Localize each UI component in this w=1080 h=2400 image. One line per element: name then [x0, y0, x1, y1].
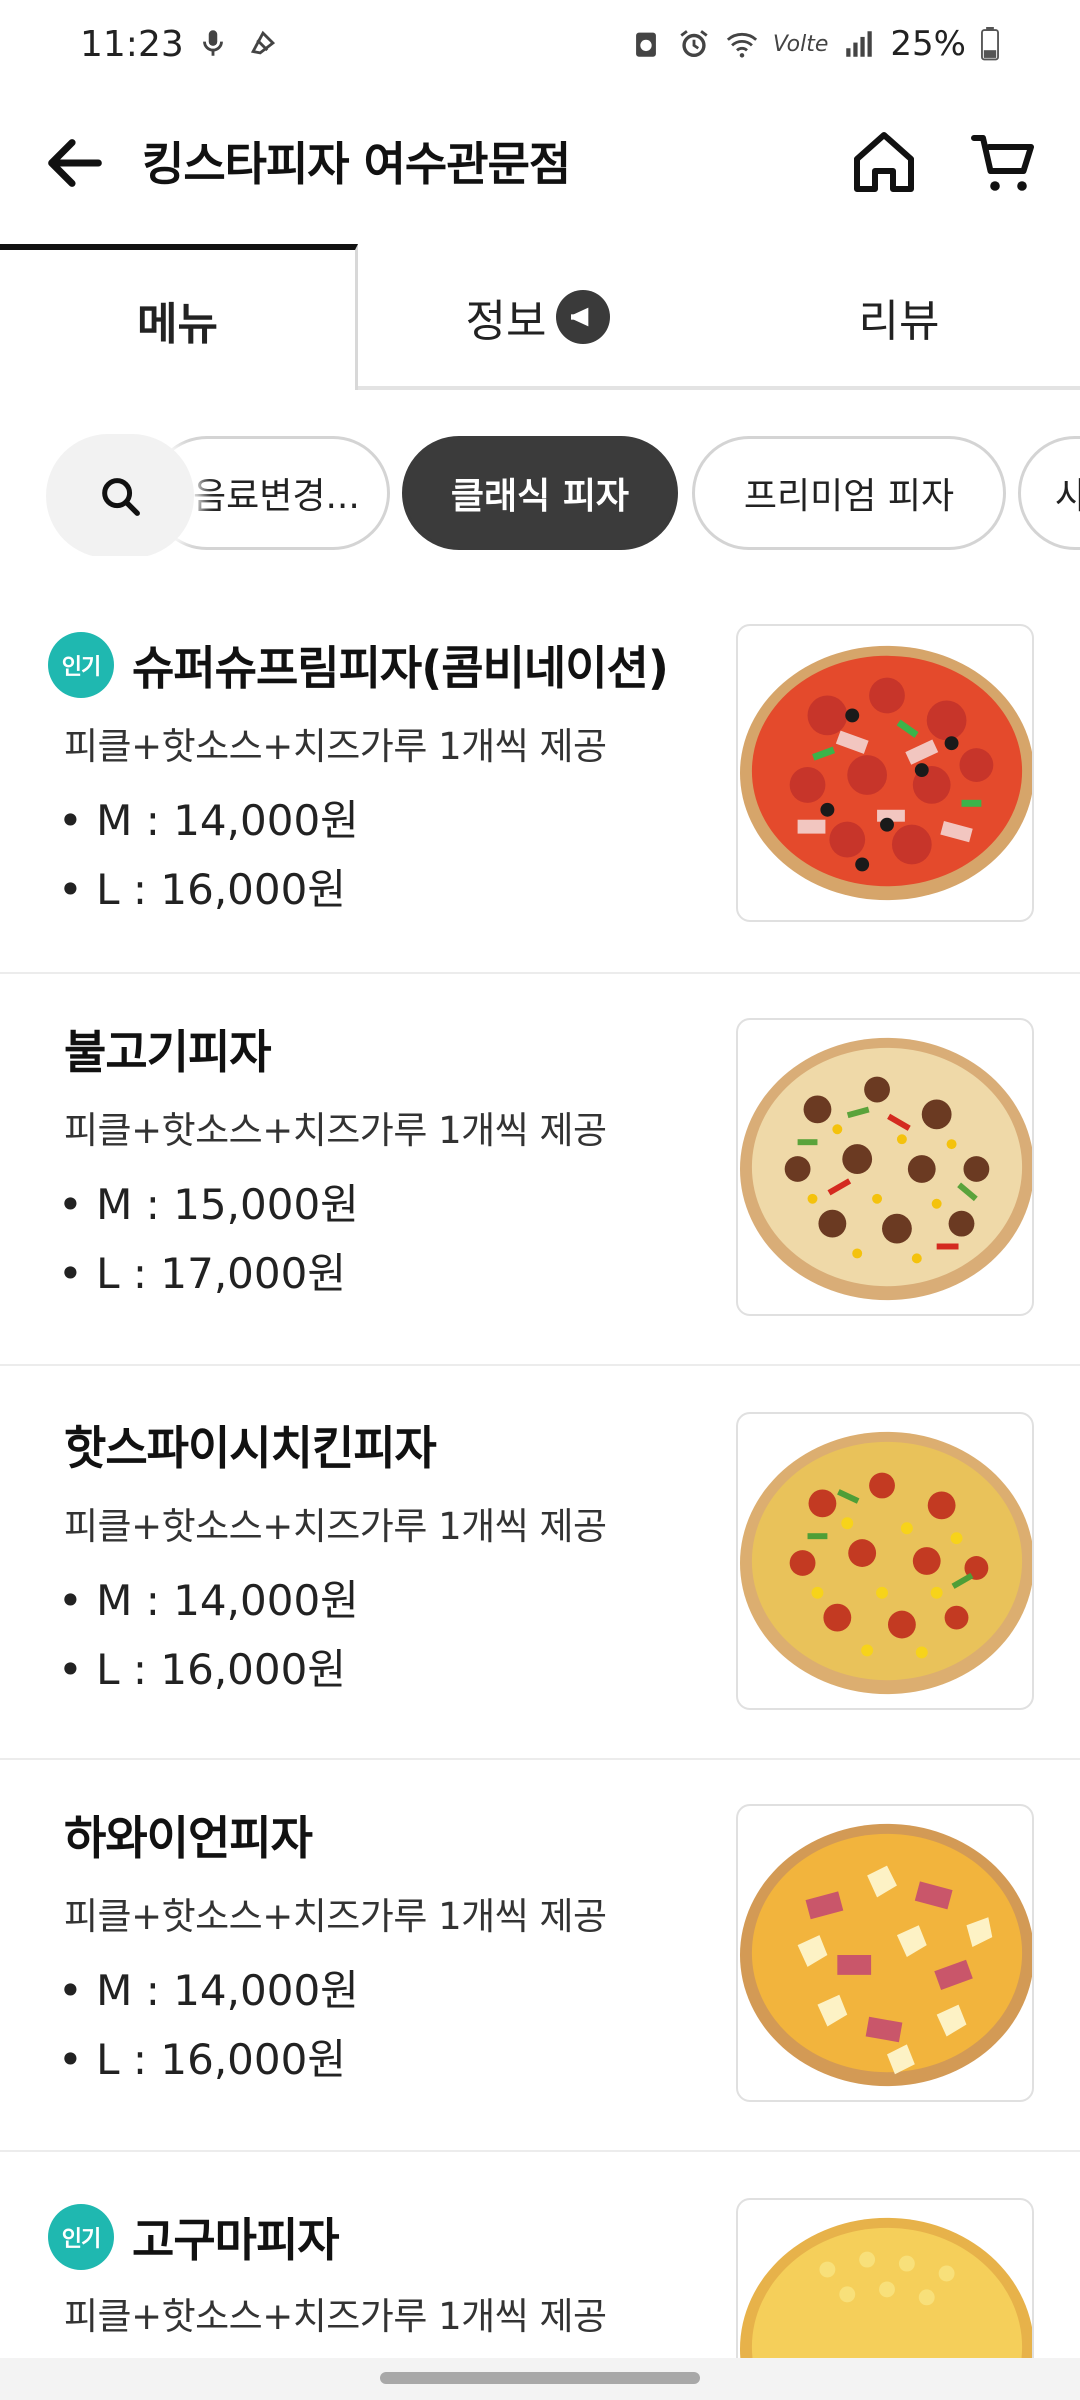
item-name-row: 인기 고구마피자	[48, 2204, 340, 2270]
popular-badge: 인기	[48, 632, 114, 698]
gesture-icon	[250, 30, 276, 55]
item-name-row: 인기 슈퍼슈프림피자(콤비네이션)	[48, 632, 669, 698]
item-price-l: L : 16,000원	[96, 865, 346, 914]
menu-item[interactable]: 인기 고구마피자 피클+핫소스+치즈가루 1개씩 제공	[0, 2152, 1080, 2358]
chip-next[interactable]: 사	[1018, 436, 1080, 550]
price-m-row: • M : 14,000원	[58, 796, 359, 845]
hawaiian-pizza-image	[736, 1804, 1034, 2102]
price-l-row: • L : 16,000원	[58, 865, 346, 914]
item-name: 핫스파이시치킨피자	[64, 1421, 437, 1475]
cart-icon[interactable]	[968, 126, 1040, 198]
item-name-row: 불고기피자	[48, 1016, 272, 1082]
megaphone-icon	[556, 290, 611, 344]
status-left-icons	[196, 26, 280, 60]
hot-spicy-chicken-pizza-image	[736, 1412, 1034, 1710]
category-chip-row: 음료변경... 클래식 피자 프리미엄 피자 사	[0, 432, 1080, 556]
battery-percent: 25%	[890, 24, 966, 64]
bulgogi-pizza-image	[736, 1018, 1034, 1316]
alarm-icon	[680, 30, 708, 58]
gesture-nav-bar	[0, 2358, 1080, 2400]
item-price-m: M : 14,000원	[96, 796, 359, 845]
tab-menu[interactable]: 메뉴	[0, 244, 358, 390]
search-icon	[102, 478, 140, 516]
status-right: Volte 25%	[629, 24, 1000, 64]
item-price-l: L : 16,000원	[96, 1645, 346, 1694]
item-description: 피클+핫소스+치즈가루 1개씩 제공	[64, 1505, 607, 1548]
popular-badge: 인기	[48, 2204, 114, 2270]
chip-classic-pizza-label: 클래식 피자	[450, 476, 630, 517]
status-bar: 11:23 Volte 25%	[0, 0, 1080, 96]
menu-item[interactable]: 인기 슈퍼슈프림피자(콤비네이션) 피클+핫소스+치즈가루 1개씩 제공 • M…	[0, 590, 1080, 974]
item-name-row: 하와이언피자	[48, 1802, 313, 1868]
volte-label: Volte	[772, 31, 829, 57]
recycle-icon	[636, 32, 656, 57]
mic-icon	[203, 30, 223, 56]
chip-premium-pizza[interactable]: 프리미엄 피자	[692, 436, 1006, 550]
price-m-row: • M : 14,000원	[58, 1576, 359, 1625]
chip-classic-pizza[interactable]: 클래식 피자	[402, 436, 678, 550]
item-description: 피클+핫소스+치즈가루 1개씩 제공	[64, 1109, 607, 1152]
chip-drink-change-label: 음료변경...	[193, 476, 360, 517]
chip-premium-pizza-label: 프리미엄 피자	[743, 476, 955, 517]
item-description: 피클+핫소스+치즈가루 1개씩 제공	[64, 2295, 607, 2338]
tab-info-label: 정보	[465, 296, 547, 347]
chip-next-label: 사	[1055, 476, 1080, 517]
supreme-pizza-image	[736, 624, 1034, 922]
item-description: 피클+핫소스+치즈가루 1개씩 제공	[64, 725, 607, 768]
price-m-row: • M : 14,000원	[58, 1966, 359, 2015]
menu-item[interactable]: 불고기피자 피클+핫소스+치즈가루 1개씩 제공 • M : 15,000원 •…	[0, 974, 1080, 1366]
home-gesture-handle[interactable]	[380, 2372, 700, 2384]
item-name: 불고기피자	[64, 1025, 272, 1079]
price-l-row: • L : 16,000원	[58, 1645, 346, 1694]
menu-item[interactable]: 하와이언피자 피클+핫소스+치즈가루 1개씩 제공 • M : 14,000원 …	[0, 1760, 1080, 2152]
tab-menu-label: 메뉴	[137, 299, 218, 350]
price-l-row: • L : 16,000원	[58, 2035, 346, 2084]
price-l-row: • L : 17,000원	[58, 1249, 346, 1298]
signal-icon	[846, 31, 873, 57]
back-arrow-icon[interactable]	[40, 128, 110, 198]
menu-item[interactable]: 핫스파이시치킨피자 피클+핫소스+치즈가루 1개씩 제공 • M : 14,00…	[0, 1366, 1080, 1760]
price-m-row: • M : 15,000원	[58, 1180, 359, 1229]
home-icon[interactable]	[848, 126, 920, 198]
item-price-l: L : 17,000원	[96, 1249, 346, 1298]
item-description: 피클+핫소스+치즈가루 1개씩 제공	[64, 1895, 607, 1938]
status-time: 11:23	[80, 24, 184, 65]
tab-review[interactable]: 리뷰	[718, 244, 1080, 390]
wifi-icon	[726, 32, 758, 58]
item-price-m: M : 14,000원	[96, 1576, 359, 1625]
tab-review-label: 리뷰	[858, 296, 940, 347]
item-name: 하와이언피자	[64, 1811, 313, 1865]
menu-search-button[interactable]	[46, 434, 194, 556]
item-name-row: 핫스파이시치킨피자	[48, 1412, 437, 1478]
item-price-l: L : 16,000원	[96, 2035, 346, 2084]
item-name: 슈퍼슈프림피자(콤비네이션)	[132, 641, 669, 695]
battery-icon	[981, 27, 999, 61]
sweet-potato-pizza-image	[736, 2198, 1034, 2358]
item-price-m: M : 15,000원	[96, 1180, 359, 1229]
item-price-m: M : 14,000원	[96, 1966, 359, 2015]
item-name: 고구마피자	[132, 2213, 340, 2267]
tab-info[interactable]: 정보	[358, 244, 718, 390]
app-header: 킹스타피자 여수관문점	[0, 110, 1080, 210]
tab-bar: 메뉴 정보 리뷰	[0, 244, 1080, 390]
page-title: 킹스타피자 여수관문점	[142, 137, 571, 191]
